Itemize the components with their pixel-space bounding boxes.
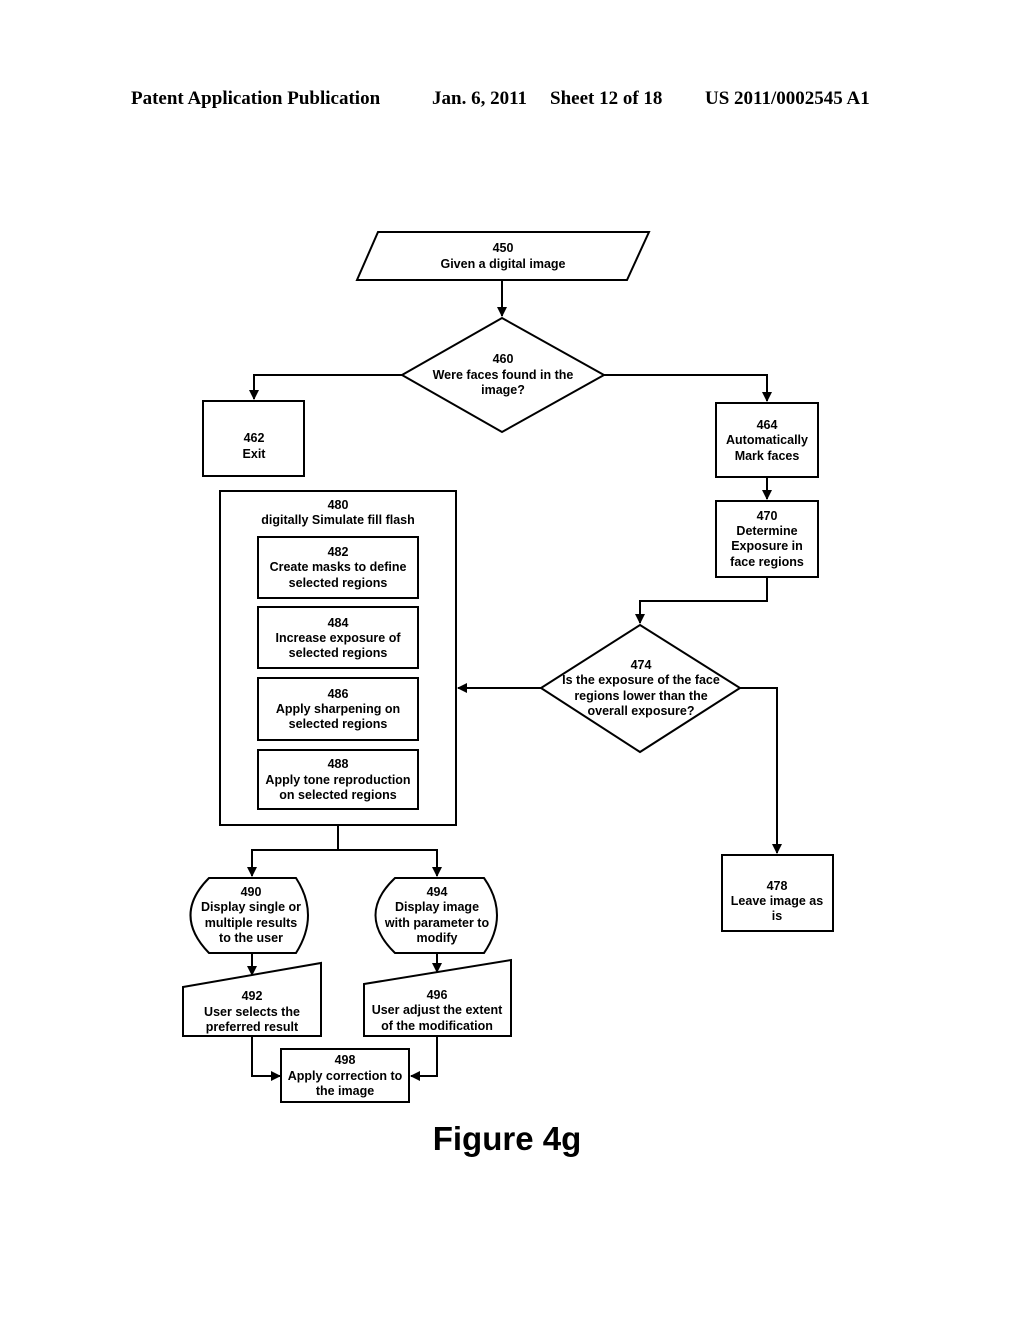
node-494-text-1: Display image: [395, 900, 479, 914]
node-470-text-3: face regions: [730, 555, 804, 569]
node-484-text-2: selected regions: [289, 646, 388, 660]
node-498-apply-correction: 498 Apply correction to the image: [280, 1048, 410, 1103]
node-478-text-2: is: [772, 909, 782, 923]
node-470-id: 470: [757, 509, 778, 523]
node-496-text-1: User adjust the extent: [372, 1003, 503, 1017]
node-498-id: 498: [335, 1053, 356, 1067]
edge-496-498: [410, 1036, 438, 1081]
node-464-text-2: Mark faces: [735, 449, 800, 463]
node-470-text-1: Determine: [736, 524, 797, 538]
node-474-decision: 474 Is the exposure of the face regions …: [539, 623, 742, 754]
node-462-text: Exit: [243, 447, 267, 461]
node-492-text-1: User selects the: [204, 1005, 300, 1019]
node-480-text: digitally Simulate fill flash: [261, 513, 415, 527]
node-482-create-masks: 482 Create masks to define selected regi…: [257, 536, 419, 599]
node-470-text-2: Exposure in: [731, 539, 803, 553]
node-462-id: 462: [244, 431, 265, 445]
node-482-text-1: Create masks to define: [270, 560, 407, 574]
edge-470-474: [635, 577, 768, 624]
node-488-apply-tone-reproduction: 488 Apply tone reproduction on selected …: [257, 749, 419, 810]
node-474-text-2: regions lower than the: [574, 689, 707, 703]
edge-460-462: [249, 374, 402, 400]
edge-492-498: [251, 1036, 281, 1081]
node-494-text-2: with parameter to: [384, 916, 490, 930]
node-490-text-1: Display single or: [201, 900, 301, 914]
node-460-decision: 460 Were faces found in the image?: [399, 316, 607, 434]
node-460-id: 460: [493, 352, 514, 366]
node-474-text-3: overall exposure?: [588, 704, 695, 718]
node-482-text-2: selected regions: [289, 576, 388, 590]
node-498-text-1: Apply correction to: [288, 1069, 403, 1083]
node-478-id: 478: [767, 879, 788, 893]
node-488-id: 488: [328, 757, 349, 771]
node-498-text-2: the image: [316, 1084, 374, 1098]
node-478-text-1: Leave image as: [731, 894, 823, 908]
edge-460-464: [604, 374, 772, 402]
node-474-id: 474: [631, 658, 652, 672]
node-490-text-2: multiple results: [205, 916, 297, 930]
node-482-id: 482: [328, 545, 349, 559]
node-484-increase-exposure: 484 Increase exposure of selected region…: [257, 606, 419, 669]
node-470-determine-exposure: 470 Determine Exposure in face regions: [715, 500, 819, 578]
node-486-text-2: selected regions: [289, 717, 388, 731]
node-494-id: 494: [427, 885, 448, 899]
edge-474-478: [740, 687, 782, 854]
node-490-display-results: 490 Display single or multiple results t…: [189, 877, 309, 954]
node-486-apply-sharpening: 486 Apply sharpening on selected regions: [257, 677, 419, 741]
node-478-leave-image: 478 Leave image as is: [721, 854, 834, 932]
node-460-text-2: image?: [481, 383, 525, 397]
node-464-id: 464: [757, 418, 778, 432]
node-496-id: 496: [427, 988, 448, 1002]
node-490-text-3: to the user: [219, 931, 283, 945]
node-494-display-image: 494 Display image with parameter to modi…: [374, 877, 498, 954]
node-492-id: 492: [242, 989, 263, 1003]
node-490-id: 490: [241, 885, 262, 899]
node-496-text-2: of the modification: [381, 1019, 493, 1033]
figure-caption: Figure 4g: [432, 1120, 582, 1157]
node-450-text: Given a digital image: [440, 257, 565, 271]
node-488-text-2: on selected regions: [279, 788, 396, 802]
node-486-text-1: Apply sharpening on: [276, 702, 400, 716]
node-462-exit: 462 Exit: [202, 400, 305, 477]
node-460-text-1: Were faces found in the: [433, 368, 574, 382]
node-450-input: 450 Given a digital image: [355, 231, 651, 281]
node-488-text-1: Apply tone reproduction: [265, 773, 410, 787]
node-486-id: 486: [328, 687, 349, 701]
node-494-text-3: modify: [417, 931, 458, 945]
node-496-user-adjust: 496 User adjust the extent of the modifi…: [363, 958, 512, 1037]
edge-480-494: [338, 849, 442, 877]
node-480-id: 480: [328, 498, 349, 512]
node-474-text-1: Is the exposure of the face: [562, 673, 720, 687]
node-450-id: 450: [493, 241, 514, 255]
node-464-mark-faces: 464 Automatically Mark faces: [715, 402, 819, 478]
node-492-text-2: preferred result: [206, 1020, 299, 1034]
node-464-text-1: Automatically: [726, 433, 808, 447]
node-484-id: 484: [328, 616, 349, 630]
edge-480-490: [247, 825, 339, 877]
node-484-text-1: Increase exposure of: [275, 631, 401, 645]
